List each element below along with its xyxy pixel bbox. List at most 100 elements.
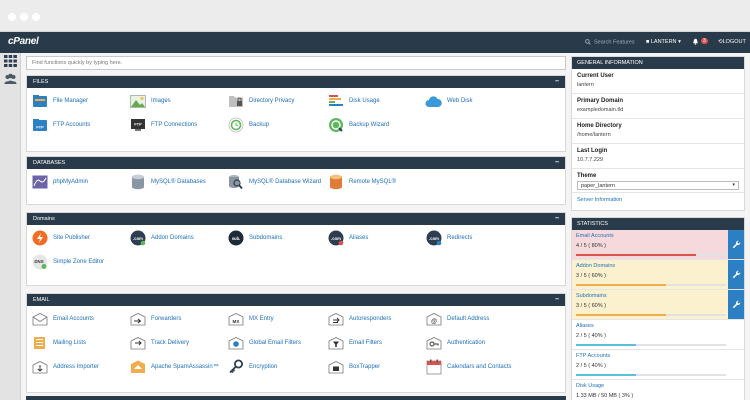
svg-text:DNS: DNS [34,259,43,264]
wrench-icon[interactable] [728,260,744,289]
backup-wizard-icon [327,117,344,134]
stat-name[interactable]: Addon Domains [576,263,726,269]
stat-value: 2 / 5 ( 40% ) [576,363,606,369]
boxtrapper-icon [327,359,344,376]
info-current-user: Current User lantern [572,69,744,94]
logout-button[interactable]: ⟲LOGOUT [718,39,746,45]
feature-item[interactable]: Images [129,92,227,110]
feature-item[interactable]: FTP FTP Connections [129,116,227,134]
next-panel-header[interactable] [26,396,566,400]
feature-item[interactable]: Backup [227,116,325,134]
panel-header[interactable]: EMAIL – [27,294,565,306]
server-information-link[interactable]: Server Information [572,193,744,207]
statistics-panel: STATISTICS Email Accounts 4 / 5 ( 80% ) Ad… [571,217,745,400]
info-value: lantern [577,82,594,88]
feature-item[interactable]: Calendars and Contacts [425,358,523,376]
feature-item[interactable]: Apache SpamAssassin™ [129,358,227,376]
feature-label: File Manager [53,98,89,104]
feature-search[interactable]: Search Features [585,39,635,45]
stat-name[interactable]: Disk Usage [576,383,726,389]
stat-value: 3 / 5 ( 60% ) [576,303,606,309]
panel-title: Domains [33,216,55,222]
info-primary-domain: Primary Domain exampledomain.tld [572,94,744,119]
home-grid-icon[interactable] [4,55,17,67]
feature-item[interactable]: MySQL® Database Wizard [227,173,325,191]
feature-item[interactable]: .com Addon Domains [129,229,227,247]
function-search-input[interactable]: Find functions quickly by typing here. [26,56,566,70]
panel-title: DATABASES [33,160,66,166]
feature-item[interactable]: Authentication [425,334,523,352]
feature-label: Simple Zone Editor [53,259,105,265]
authentication-icon [425,335,442,352]
file-manager-icon [31,93,48,110]
feature-label: Backup [249,122,270,128]
feature-item[interactable]: Web Disk [425,92,523,110]
feature-item[interactable]: Site Publisher [31,229,129,247]
info-last-login: Last Login 10.7.7.229 [572,144,744,169]
feature-label: Global Email Filters [249,340,302,346]
collapse-icon[interactable]: – [555,296,559,303]
zone-editor-icon: DNS [31,254,48,271]
users-icon[interactable] [4,73,17,85]
feature-item[interactable]: Encryption [227,358,325,376]
collapse-icon[interactable]: – [555,159,559,166]
panel-header[interactable]: DATABASES – [27,157,565,169]
feature-item[interactable]: Track Delivery [129,334,227,352]
collapse-icon[interactable]: – [555,215,559,222]
feature-item[interactable]: sub. Subdomains [227,229,325,247]
usage-bar-fill [576,254,696,256]
usage-bar-fill [576,284,666,286]
user-icon: ■ [646,39,650,45]
domains-panel: Domains – Site Publisher .com Addon Domain… [26,212,566,286]
feature-item[interactable]: .com Aliases [327,229,425,247]
wrench-icon[interactable] [728,230,744,259]
feature-item[interactable]: FTP FTP Accounts [31,116,129,134]
feature-label: Encryption [249,364,278,370]
info-key: Current User [577,73,614,79]
theme-value: paper_lantern [581,183,615,189]
feature-label: FTP Accounts [53,122,91,128]
stat-name[interactable]: Subdomains [576,293,726,299]
window-dot[interactable] [20,13,28,21]
top-navbar: cPanel Search Features ■ LANTERN ▾ 3 ⟲LO… [0,32,750,53]
feature-item[interactable]: Mailing Lists [31,334,129,352]
window-dot[interactable] [8,13,16,21]
feature-item[interactable]: Email Accounts [31,310,129,328]
collapse-icon[interactable]: – [555,78,559,85]
stat-name[interactable]: Aliases [576,323,726,329]
feature-item[interactable]: MySQL® Databases [129,173,227,191]
theme-select[interactable]: paper_lantern ▾ [577,181,739,190]
usage-bar-fill [576,344,636,346]
feature-item[interactable]: @ Default Address [425,310,523,328]
feature-item[interactable]: File Manager [31,92,129,110]
stat-name[interactable]: FTP Accounts [576,353,726,359]
feature-item[interactable]: Forwarders [129,310,227,328]
feature-item[interactable]: Remote MySQL® [327,173,425,191]
info-value: /home/lantern [577,132,611,138]
feature-item[interactable]: Email Filters [327,334,425,352]
feature-item[interactable]: DNS Simple Zone Editor [31,253,129,271]
feature-item[interactable]: Backup Wizard [327,116,425,134]
feature-item[interactable]: MX MX Entry [227,310,325,328]
cpanel-logo[interactable]: cPanel [8,36,39,47]
default-address-icon: @ [425,311,442,328]
feature-item[interactable]: BoxTrapper [327,358,425,376]
window-dot[interactable] [32,13,40,21]
panel-header[interactable]: Domains – [27,213,565,225]
feature-item[interactable]: .com Redirects [425,229,523,247]
wrench-icon[interactable] [728,290,744,319]
feature-item[interactable]: Autoresponders [327,310,425,328]
feature-item[interactable]: Disk Usage [327,92,425,110]
feature-item[interactable]: Address Importer [31,358,129,376]
feature-item[interactable]: Global Email Filters [227,334,325,352]
feature-item[interactable]: Directory Privacy [227,92,325,110]
feature-label: Backup Wizard [349,122,390,128]
panel-header[interactable]: FILES – [27,76,565,88]
user-name: LANTERN [650,39,677,45]
notifications-button[interactable]: 3 [692,38,708,47]
user-menu[interactable]: ■ LANTERN ▾ [646,39,681,45]
feature-item[interactable]: phpMyAdmin [31,173,129,191]
stat-name[interactable]: Email Accounts [576,233,726,239]
stat-body: FTP Accounts 2 / 5 ( 40% ) [572,350,730,379]
bell-icon [693,38,698,45]
